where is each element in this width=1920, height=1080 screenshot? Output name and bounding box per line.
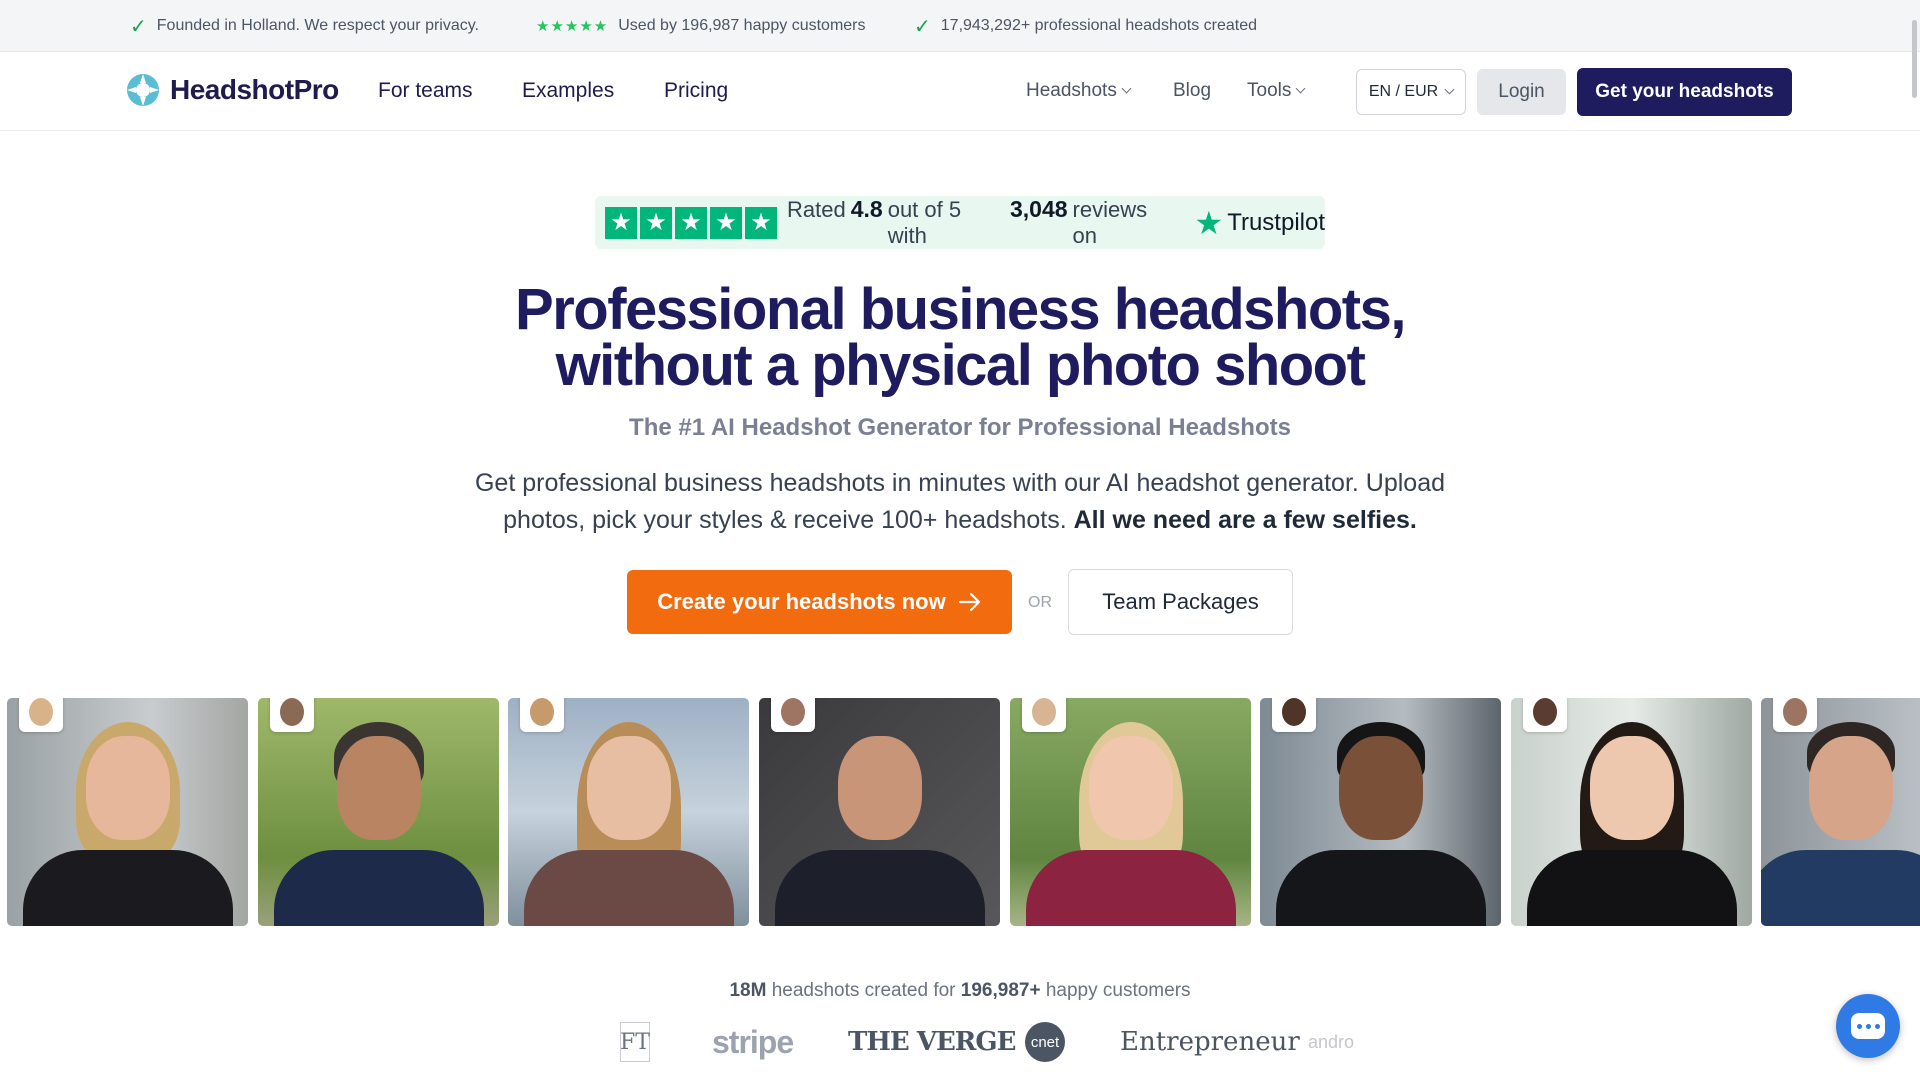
- create-headshots-label: Create your headshots now: [657, 589, 946, 614]
- team-packages-button[interactable]: Team Packages: [1068, 569, 1293, 635]
- logo[interactable]: HeadshotPro: [126, 73, 339, 107]
- star-icon: ★: [745, 206, 777, 239]
- nav-tools-label: Tools: [1247, 80, 1292, 101]
- trust-text-headshots: 17,943,292+ professional headshots creat…: [940, 17, 1257, 34]
- headshot-photo[interactable]: [1511, 698, 1752, 926]
- logo-icon: [127, 74, 159, 106]
- press-logo-andro: andro: [1308, 1031, 1355, 1052]
- top-trust-bar: ✓ Founded in Holland. We respect your pr…: [0, 0, 1920, 52]
- main-navigation: HeadshotPro For teams Examples Pricing H…: [0, 53, 1920, 131]
- trustpilot-stars: ★ ★ ★ ★ ★: [605, 206, 777, 239]
- star-icon: ★: [605, 206, 637, 239]
- tp-reviews-on: reviews on: [1072, 197, 1148, 248]
- check-icon: ✓: [130, 15, 147, 38]
- nav-link-blog[interactable]: Blog: [1173, 80, 1211, 102]
- trustpilot-brand: Trustpilot: [1227, 208, 1325, 236]
- create-headshots-button[interactable]: Create your headshots now: [627, 570, 1012, 634]
- title-line-2: without a physical photo shoot: [555, 333, 1366, 398]
- selfie-thumbnail: [270, 698, 314, 732]
- nav-dropdown-tools[interactable]: Tools: [1247, 80, 1306, 102]
- trust-text-customers: Used by 196,987 happy customers: [618, 17, 866, 34]
- nav-link-pricing[interactable]: Pricing: [664, 79, 728, 103]
- lang-label: EN / EUR: [1368, 83, 1439, 100]
- selfie-thumbnail: [520, 698, 564, 732]
- headshot-stats: 18M headshots created for 196,987+ happy…: [360, 980, 1560, 1002]
- selfie-thumbnail: [1272, 698, 1316, 732]
- nav-dropdown-headshots[interactable]: Headshots: [1026, 80, 1132, 102]
- stats-text-2: happy customers: [1045, 980, 1191, 1001]
- stats-count-customers: 196,987+: [960, 980, 1041, 1001]
- headshot-photo[interactable]: [508, 698, 749, 926]
- star-icon: ★: [710, 206, 742, 239]
- headshot-photo[interactable]: [1010, 698, 1251, 926]
- login-button[interactable]: Login: [1477, 69, 1566, 115]
- star-icon: ★: [640, 206, 672, 239]
- nav-headshots-label: Headshots: [1026, 80, 1117, 101]
- check-icon: ✓: [914, 15, 931, 38]
- language-currency-select[interactable]: EN / EUR: [1356, 69, 1466, 115]
- headshot-photo[interactable]: [1260, 698, 1501, 926]
- trust-item-holland: ✓ Founded in Holland. We respect your pr…: [130, 0, 479, 52]
- or-separator: OR: [1028, 594, 1052, 611]
- logo-text: HeadshotPro: [170, 74, 339, 105]
- tp-out-of: out of 5 with: [887, 197, 962, 248]
- page-title: Professional business headshots, without…: [360, 281, 1560, 395]
- press-logo-cnet: cnet: [1025, 1022, 1065, 1062]
- nav-link-for-teams[interactable]: For teams: [378, 79, 473, 103]
- stats-count-headshots: 18M: [729, 980, 767, 1001]
- arrow-right-icon: [958, 592, 980, 612]
- chat-widget-button[interactable]: [1836, 994, 1900, 1058]
- trustpilot-star-icon: ★: [1194, 204, 1224, 241]
- tp-rated: Rated: [787, 197, 846, 222]
- tp-reviews: 3,048: [1009, 196, 1068, 222]
- selfie-thumbnail: [771, 698, 815, 732]
- selfie-thumbnail: [1773, 698, 1817, 732]
- tp-rating: 4.8: [850, 196, 883, 222]
- trustpilot-text: Rated 4.8 out of 5 with 3,048 reviews on: [787, 196, 1177, 249]
- page-scrollbar[interactable]: [1912, 20, 1917, 98]
- hero-description: Get professional business headshots in m…: [440, 465, 1480, 539]
- press-logo-entrepreneur: Entrepreneur: [1120, 1027, 1300, 1057]
- trust-text-holland: Founded in Holland. We respect your priv…: [156, 17, 479, 34]
- stats-text-1: headshots created for: [771, 980, 956, 1001]
- trust-item-customers: ★★★★★ Used by 196,987 happy customers: [536, 0, 866, 52]
- desc-bold: All we need are a few selfies.: [1073, 506, 1417, 534]
- selfie-thumbnail: [1523, 698, 1567, 732]
- headshot-gallery: [0, 698, 1920, 926]
- selfie-thumbnail: [19, 698, 63, 732]
- chevron-down-icon: [1121, 83, 1132, 94]
- press-logo-ft: FT: [620, 1022, 650, 1062]
- trustpilot-rating-badge[interactable]: ★ ★ ★ ★ ★ Rated 4.8 out of 5 with 3,048 …: [595, 196, 1325, 249]
- headshot-photo[interactable]: [258, 698, 499, 926]
- chat-icon: [1851, 1013, 1885, 1039]
- press-logo-the-verge: THE VERGE: [848, 1027, 1016, 1057]
- trustpilot-logo: ★ Trustpilot: [1195, 207, 1326, 239]
- headshot-photo[interactable]: [7, 698, 248, 926]
- headshot-photo[interactable]: [1761, 698, 1920, 926]
- chevron-down-icon: [1444, 84, 1455, 95]
- star-icon: ★: [675, 206, 707, 239]
- press-logo-stripe: stripe: [712, 1023, 794, 1060]
- chevron-down-icon: [1295, 83, 1306, 94]
- get-headshots-button[interactable]: Get your headshots: [1577, 68, 1792, 116]
- trust-item-headshots: ✓ 17,943,292+ professional headshots cre…: [914, 0, 1257, 52]
- nav-link-examples[interactable]: Examples: [522, 79, 614, 103]
- headshot-photo[interactable]: [759, 698, 1000, 926]
- page-subtitle: The #1 AI Headshot Generator for Profess…: [629, 414, 1291, 441]
- stars-icon: ★★★★★: [536, 18, 609, 35]
- selfie-thumbnail: [1022, 698, 1066, 732]
